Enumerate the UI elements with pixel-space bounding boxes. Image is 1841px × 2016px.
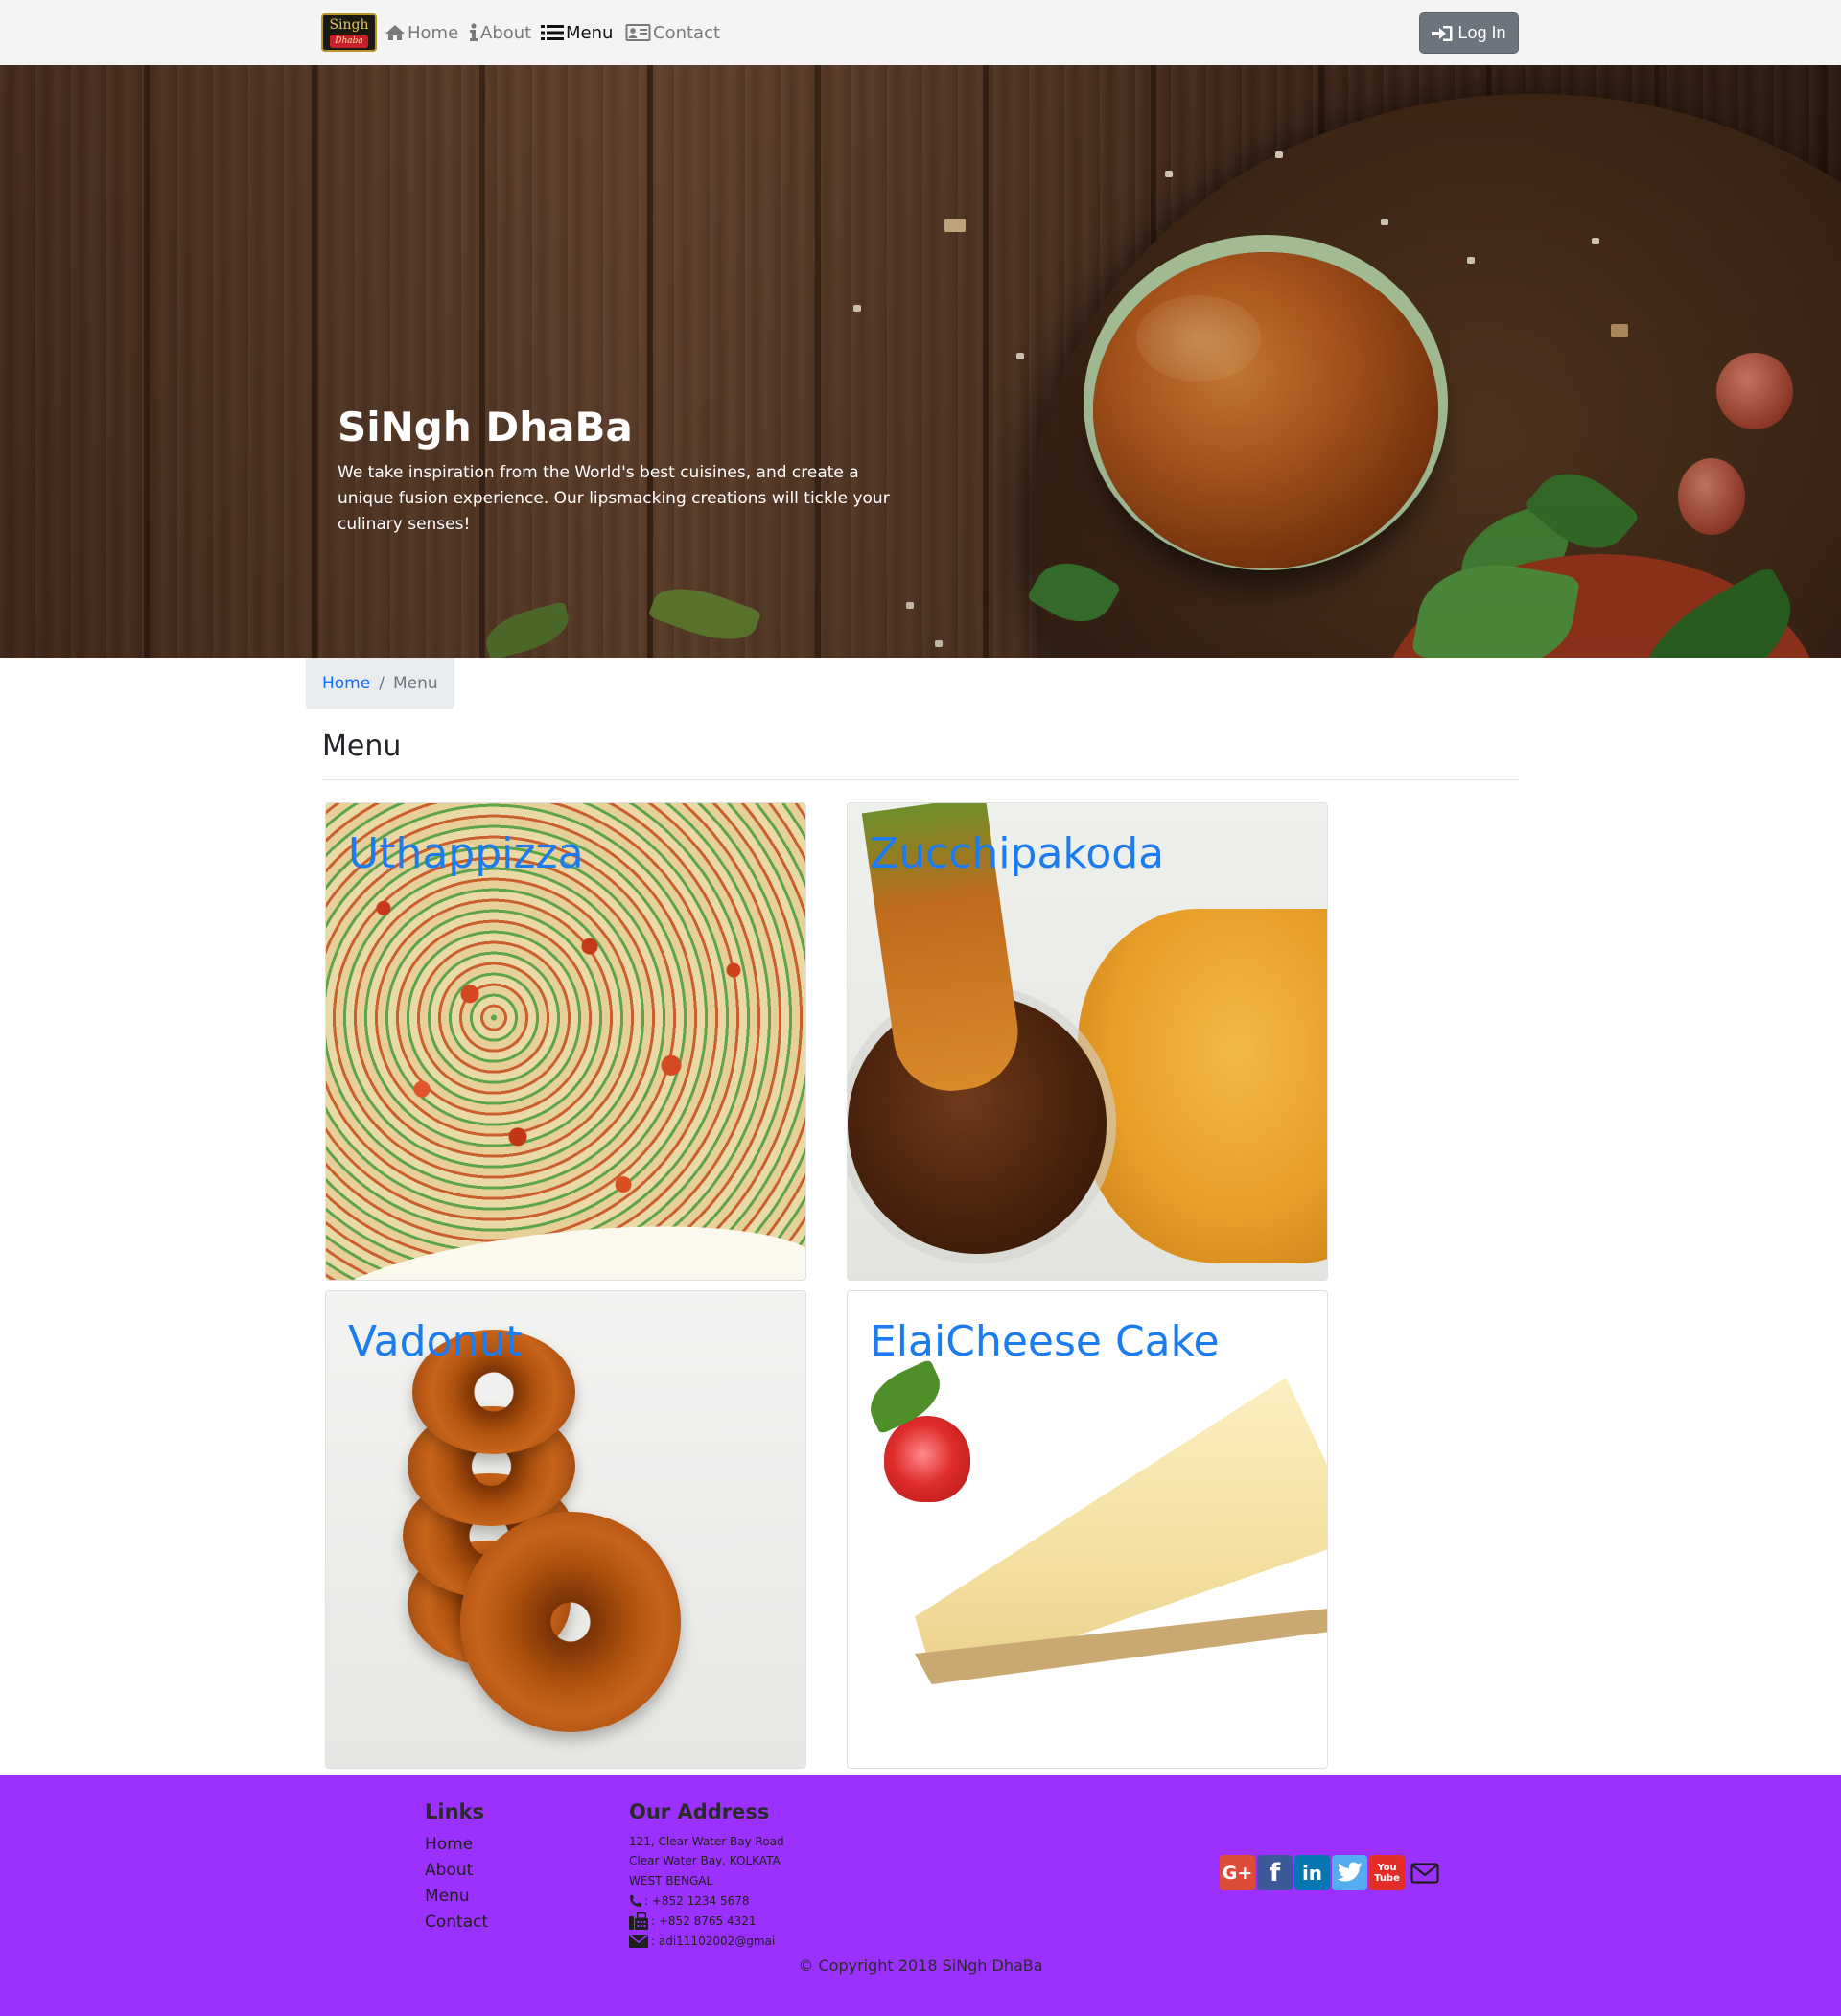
- info-icon: [470, 23, 478, 41]
- menu-card-uthappizza[interactable]: Uthappizza: [325, 802, 806, 1281]
- footer-fax: : +852 8765 4321: [629, 1912, 757, 1931]
- hero-title: SiNgh DhaBa: [338, 404, 633, 451]
- footer: Links Home About Menu Contact Our Addres…: [0, 1775, 1841, 2016]
- brand-logo[interactable]: Singh Dhaba: [321, 13, 377, 52]
- logo-text-top: Singh: [329, 17, 369, 33]
- hero-banner: SiNgh DhaBa We take inspiration from the…: [0, 65, 1841, 658]
- footer-address-title: Our Address: [629, 1800, 770, 1823]
- breadcrumb-home-link[interactable]: Home: [322, 674, 370, 693]
- nav-menu[interactable]: Menu: [541, 19, 613, 46]
- google-plus-icon[interactable]: G+: [1220, 1855, 1255, 1890]
- login-button[interactable]: Log In: [1419, 12, 1519, 54]
- nav-contact[interactable]: Contact: [625, 19, 720, 46]
- navbar: Singh Dhaba Home About Menu Contact Log …: [0, 0, 1841, 65]
- home-icon: [385, 25, 405, 40]
- menu-card-title: ElaiCheese Cake: [870, 1317, 1220, 1366]
- breadcrumb-separator: /: [379, 674, 385, 693]
- hero-description: We take inspiration from the World's bes…: [338, 463, 890, 534]
- nav-about-label: About: [480, 22, 532, 43]
- nav-home[interactable]: Home: [385, 19, 458, 46]
- menu-card-zucchipakoda[interactable]: Zucchipakoda: [847, 802, 1328, 1281]
- facebook-icon[interactable]: f: [1257, 1855, 1293, 1890]
- footer-link-menu[interactable]: Menu: [425, 1884, 470, 1910]
- sign-in-icon: [1432, 25, 1453, 41]
- nav-home-label: Home: [408, 22, 459, 43]
- menu-card-vadonut[interactable]: Vadonut: [325, 1290, 806, 1769]
- breadcrumb-current: Menu: [392, 674, 438, 693]
- menu-card-title: Zucchipakoda: [870, 829, 1165, 878]
- footer-fax-text: : +852 8765 4321: [651, 1914, 757, 1928]
- page-title: Menu: [322, 730, 402, 763]
- address-line-2: Clear Water Bay, KOLKATA: [629, 1854, 781, 1867]
- nav-menu-label: Menu: [566, 22, 614, 43]
- hero-text: SiNgh DhaBa We take inspiration from the…: [338, 401, 913, 538]
- breadcrumb: Home / Menu: [306, 658, 454, 709]
- youtube-label-bottom: Tube: [1374, 1872, 1400, 1884]
- footer-link-home[interactable]: Home: [425, 1832, 473, 1858]
- youtube-label: You Tube: [1374, 1863, 1400, 1884]
- mail-icon[interactable]: [1407, 1855, 1442, 1890]
- nav-about[interactable]: About: [469, 19, 531, 46]
- phone-icon: [630, 1895, 641, 1907]
- footer-email-text: : adi11102002@gmai: [651, 1935, 776, 1948]
- footer-link-contact[interactable]: Contact: [425, 1910, 488, 1935]
- fax-icon: [629, 1912, 648, 1930]
- list-icon: [541, 25, 564, 40]
- login-label: Log In: [1457, 23, 1506, 42]
- linkedin-icon[interactable]: in: [1294, 1855, 1330, 1890]
- footer-link-about[interactable]: About: [425, 1858, 473, 1884]
- address-line-3: WEST BENGAL: [629, 1874, 713, 1888]
- menu-card-elaicheese-cake[interactable]: ElaiCheese Cake: [847, 1290, 1328, 1769]
- footer-links-title: Links: [425, 1800, 484, 1823]
- address-card-icon: [625, 24, 651, 41]
- footer-phone-text: : +852 1234 5678: [644, 1894, 750, 1908]
- youtube-icon[interactable]: You Tube: [1369, 1855, 1405, 1890]
- copyright: © Copyright 2018 SiNgh DhaBa: [798, 1957, 1043, 1975]
- social-links: G+ f in You Tube: [1220, 1855, 1442, 1890]
- footer-email[interactable]: : adi11102002@gmai: [629, 1932, 775, 1951]
- nav-contact-label: Contact: [653, 22, 721, 43]
- heading-divider: [322, 779, 1519, 780]
- youtube-label-top: You: [1377, 1862, 1397, 1873]
- menu-card-title: Vadonut: [348, 1317, 523, 1366]
- logo-text-bottom: Dhaba: [330, 35, 368, 48]
- envelope-icon: [629, 1935, 648, 1948]
- footer-phone: : +852 1234 5678: [629, 1891, 750, 1911]
- twitter-icon[interactable]: [1332, 1855, 1367, 1890]
- menu-card-title: Uthappizza: [348, 829, 584, 878]
- address-line-1: 121, Clear Water Bay Road: [629, 1835, 784, 1848]
